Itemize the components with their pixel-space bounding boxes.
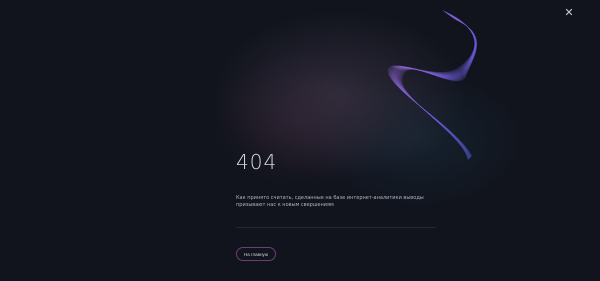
error-message-line-1: Как принято считать, сделанные на базе и…: [236, 195, 424, 201]
divider: [236, 227, 436, 228]
error-message-line-2: призывают нас к новым свершениям: [236, 202, 334, 208]
error-content: 404 Как принято считать, сделанные на ба…: [236, 150, 476, 209]
error-message: Как принято считать, сделанные на базе и…: [236, 195, 436, 209]
decorative-wave-graphic: [387, 9, 477, 161]
home-button[interactable]: На главную: [236, 247, 277, 261]
close-icon[interactable]: ✕: [562, 6, 576, 20]
error-code: 404: [236, 150, 278, 174]
error-page: ✕ 404 Как принято считать, сделанные на …: [0, 0, 600, 281]
